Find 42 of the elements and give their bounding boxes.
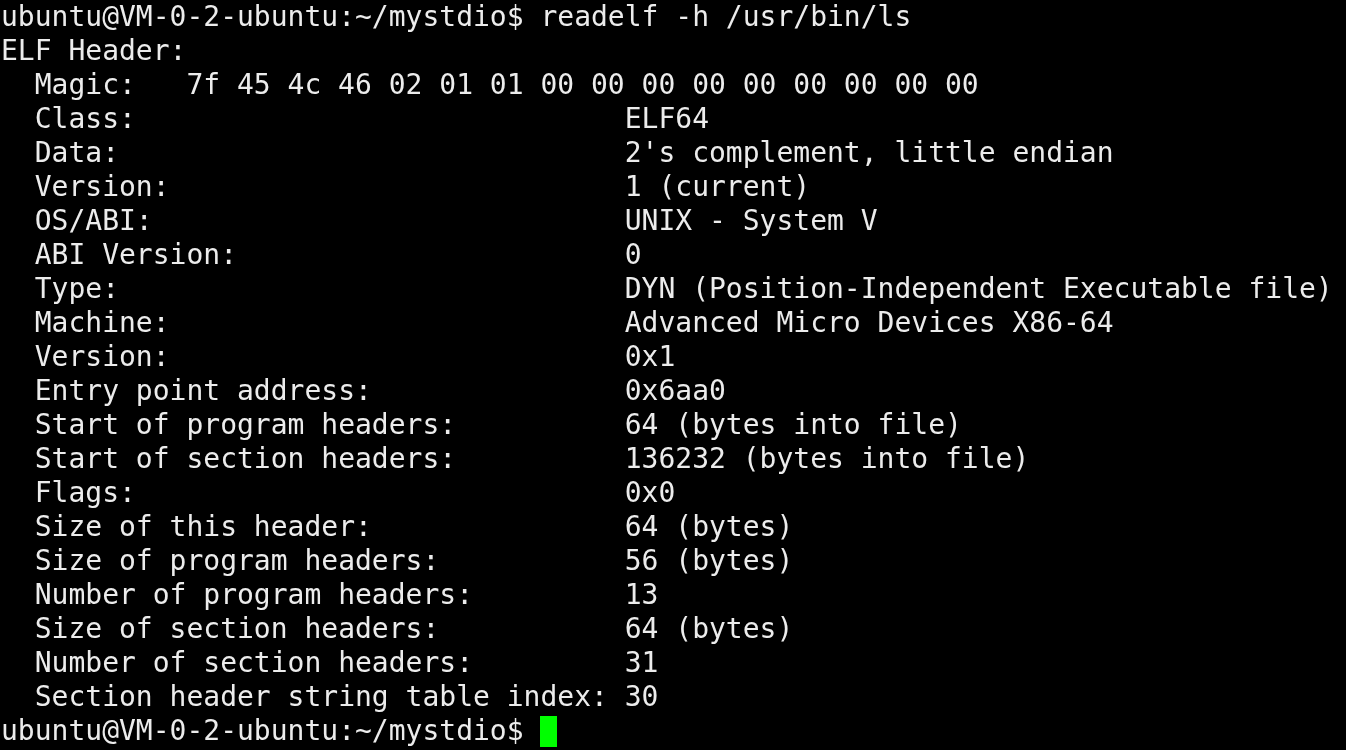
field-value: 64 (bytes) xyxy=(624,612,794,646)
field-label: Flags: xyxy=(34,476,136,509)
heading-text: ELF Header: xyxy=(1,34,187,68)
command-text: readelf -h /usr/bin/ls xyxy=(540,0,912,34)
field-value: 136232 (bytes into file) xyxy=(624,442,1030,476)
prompt-text: ubuntu@VM-0-2-ubuntu:~/mystdio$ xyxy=(1,714,524,748)
field-label: OS/ABI: xyxy=(34,204,153,237)
field-value: 2's complement, little endian xyxy=(624,136,1114,170)
field-value: 64 (bytes into file) xyxy=(624,408,962,442)
field-value: Advanced Micro Devices X86-64 xyxy=(624,306,1114,340)
field-value: 13 xyxy=(624,578,659,612)
field-label: Size of program headers: xyxy=(34,544,440,577)
field-value: DYN (Position-Independent Executable file) xyxy=(624,272,1333,306)
field-label: ABI Version: xyxy=(34,238,237,271)
field-value: 0x6aa0 xyxy=(624,374,726,408)
field-value: 7f 45 4c 46 02 01 01 00 00 00 00 00 00 00 00 00 xyxy=(186,68,979,102)
field-label: Machine: xyxy=(34,306,170,339)
field-label: Entry point address: xyxy=(34,374,372,407)
field-value: 0x1 xyxy=(624,340,676,374)
field-label: Data: xyxy=(34,136,119,169)
prompt-text: ubuntu@VM-0-2-ubuntu:~/mystdio$ xyxy=(1,0,524,34)
field-label: Start of section headers: xyxy=(34,442,457,475)
field-label: Number of section headers: xyxy=(34,646,473,679)
field-value: 0x0 xyxy=(624,476,676,510)
field-value: UNIX - System V xyxy=(624,204,878,238)
field-label: Number of program headers: xyxy=(34,578,473,611)
field-label: Class: xyxy=(34,102,136,135)
field-label: Version: xyxy=(34,170,170,203)
field-value: ELF64 xyxy=(624,102,709,136)
field-value: 1 (current) xyxy=(624,170,811,204)
field-value: 0 xyxy=(624,238,642,272)
field-label: Version: xyxy=(34,340,170,373)
field-value: 56 (bytes) xyxy=(624,544,794,578)
field-value: 30 xyxy=(624,680,659,714)
field-value: 31 xyxy=(624,646,659,680)
field-label: Type: xyxy=(34,272,119,305)
field-label: Section header string table index: xyxy=(34,680,608,713)
field-label: Size of section headers: xyxy=(34,612,440,645)
field-label: Size of this header: xyxy=(34,510,372,543)
field-label: Magic: xyxy=(34,68,136,101)
field-label: Start of program headers: xyxy=(34,408,457,441)
field-value: 64 (bytes) xyxy=(624,510,794,544)
